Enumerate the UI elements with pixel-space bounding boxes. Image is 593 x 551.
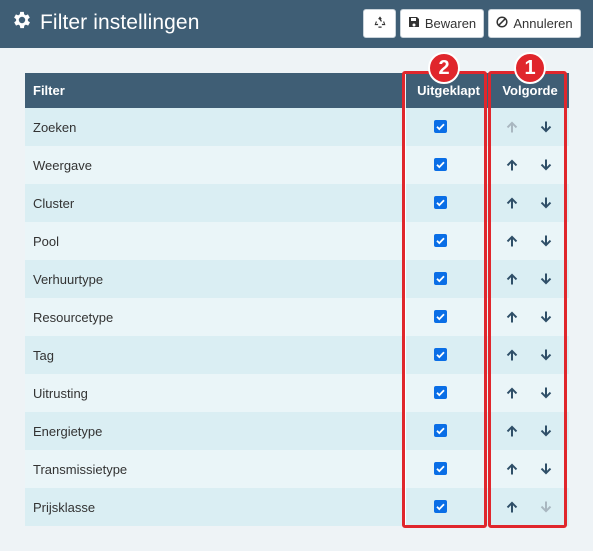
cancel-button-label: Annuleren bbox=[513, 16, 573, 31]
filter-name: Weergave bbox=[33, 158, 93, 173]
recycle-button[interactable] bbox=[363, 9, 396, 38]
filter-name: Prijsklasse bbox=[33, 500, 96, 515]
filter-name: Energietype bbox=[33, 424, 103, 439]
order-column-highlight bbox=[488, 71, 567, 528]
expanded-column-highlight bbox=[402, 71, 487, 528]
filter-name: Uitrusting bbox=[33, 386, 88, 401]
page-title: Filter instellingen bbox=[40, 10, 200, 34]
order-annotation-badge: 1 bbox=[514, 52, 546, 84]
save-button[interactable]: Bewaren bbox=[400, 9, 484, 38]
save-button-label: Bewaren bbox=[424, 16, 477, 31]
filter-name: Cluster bbox=[33, 196, 75, 211]
filter-name: Verhuurtype bbox=[33, 272, 104, 287]
filter-name: Zoeken bbox=[33, 120, 77, 135]
expanded-annotation-badge: 2 bbox=[428, 52, 460, 84]
filter-name: Tag bbox=[33, 348, 54, 363]
floppy-disk-icon bbox=[408, 16, 425, 31]
column-header-filter: Filter bbox=[33, 83, 65, 98]
filter-name: Resourcetype bbox=[33, 310, 114, 325]
title-group: Filter instellingen bbox=[11, 9, 199, 36]
page-header: Filter instellingen Bewaren Annuleren bbox=[0, 0, 593, 48]
recycle-icon bbox=[373, 15, 387, 32]
filter-name: Transmissietype bbox=[33, 462, 128, 477]
gear-icon bbox=[11, 9, 33, 36]
cancel-button[interactable]: Annuleren bbox=[488, 9, 581, 38]
filter-name: Pool bbox=[33, 234, 60, 249]
ban-icon bbox=[496, 16, 513, 31]
